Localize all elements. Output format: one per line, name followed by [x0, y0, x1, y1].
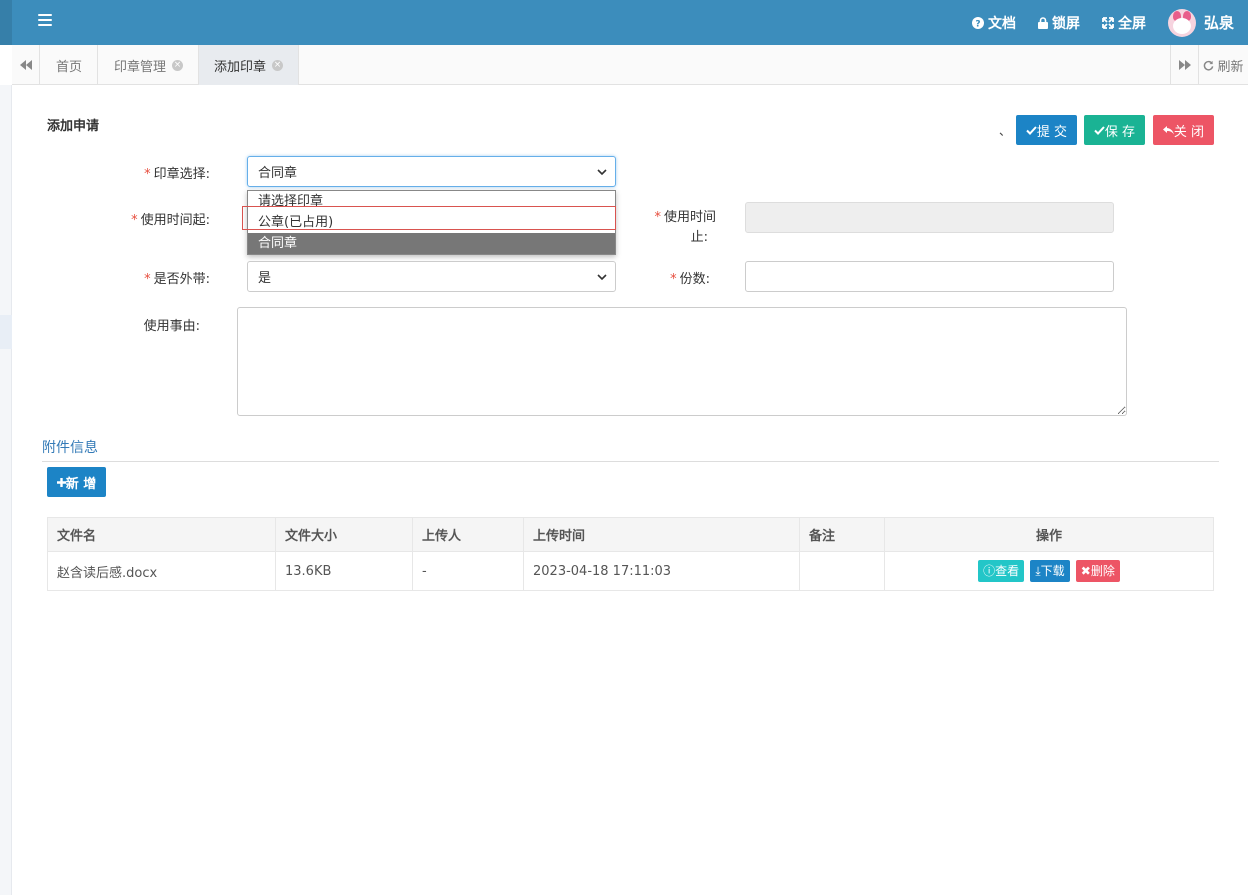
attachments-table: 文件名 文件大小 上传人 上传时间 备注 操作 赵含读后感.docx 13.6K… — [47, 517, 1214, 591]
info-icon: ⓘ — [983, 564, 996, 578]
backward-icon — [19, 60, 32, 70]
close-button[interactable]: 关 闭 — [1153, 115, 1214, 145]
start-time-label: * 使用时间起: — [131, 213, 210, 228]
end-time-label: * 使用时间 止: — [654, 210, 716, 245]
sidebar-edge — [0, 0, 12, 45]
seal-option-selected[interactable]: 合同章 — [248, 233, 615, 254]
lock-icon — [1037, 16, 1048, 29]
close-icon: ✖ — [1080, 564, 1091, 578]
refresh-label: 刷新 — [1217, 59, 1244, 75]
tab-label: 首页 — [56, 59, 83, 75]
add-label: 新 增 — [65, 476, 97, 492]
submit-button[interactable]: 提 交 — [1016, 115, 1077, 145]
refresh-icon — [1204, 60, 1214, 70]
tab-home[interactable]: 首页 — [41, 45, 99, 85]
uploader-cell: - — [412, 551, 524, 591]
column-header: 上传人 — [412, 517, 524, 552]
reason-textarea[interactable] — [237, 307, 1127, 416]
tab-label: 添加印章 — [214, 59, 267, 75]
expand-icon — [1102, 16, 1114, 29]
close-tab-icon[interactable]: × — [172, 59, 184, 71]
attachments-title: 附件信息 — [42, 440, 98, 456]
top-navbar: ? 文档 锁屏 全屏 弘泉 — [0, 0, 1248, 45]
tab-add-seal[interactable]: 添加印章 × — [199, 45, 299, 85]
copies-input[interactable] — [745, 261, 1114, 292]
table-row: 赵含读后感.docx 13.6KB - 2023-04-18 17:11:03 … — [47, 551, 1214, 591]
submit-label: 提 交 — [1036, 124, 1068, 140]
form-title: 添加申请 — [47, 119, 100, 134]
save-label: 保 存 — [1104, 124, 1136, 140]
view-button[interactable]: ⓘ查看 — [978, 560, 1025, 582]
seal-select[interactable]: 合同章 — [247, 156, 616, 187]
close-tab-icon[interactable]: × — [272, 59, 283, 71]
tab-bar: 首页 印章管理 × 添加印章 × 刷新 — [12, 45, 1248, 85]
column-header: 上传时间 — [523, 517, 800, 552]
end-time-input[interactable] — [745, 202, 1114, 233]
user-menu[interactable]: 弘泉 — [1167, 8, 1234, 37]
check-icon — [1026, 125, 1037, 135]
delete-button[interactable]: ✖删除 — [1075, 560, 1120, 582]
column-header: 文件大小 — [275, 517, 413, 552]
question-circle-icon: ? — [971, 16, 984, 29]
refresh-button[interactable]: 刷新 — [1198, 45, 1248, 85]
check-icon — [1094, 125, 1105, 135]
avatar — [1167, 8, 1196, 37]
chevron-down-icon — [597, 169, 607, 176]
close-label: 关 闭 — [1173, 124, 1205, 140]
seal-label: * 印章选择: — [144, 167, 210, 182]
plus-icon — [56, 477, 66, 487]
lock-screen-link[interactable]: 锁屏 — [1037, 13, 1080, 33]
divider — [42, 461, 1219, 462]
actions-cell: ⓘ查看 ⤓下载 ✖删除 — [884, 551, 1214, 591]
column-header: 文件名 — [47, 517, 276, 552]
tab-label: 印章管理 — [114, 59, 167, 75]
add-attachment-button[interactable]: 新 增 — [47, 467, 106, 497]
chevron-down-icon — [597, 274, 607, 281]
tabs-back-button[interactable] — [12, 45, 40, 85]
upload-time-cell: 2023-04-18 17:11:03 — [523, 551, 800, 591]
docs-label: 文档 — [987, 15, 1016, 32]
table-header-row: 文件名 文件大小 上传人 上传时间 备注 操作 — [47, 517, 1214, 552]
highlight-box — [242, 206, 616, 230]
fullscreen-link[interactable]: 全屏 — [1102, 13, 1146, 33]
seal-select-value: 合同章 — [258, 166, 298, 181]
top-nav-links: ? 文档 锁屏 全屏 弘泉 — [971, 0, 1248, 45]
external-select[interactable]: 是 — [247, 261, 616, 292]
user-name: 弘泉 — [1203, 14, 1234, 32]
reason-label: 使用事由: — [143, 319, 200, 334]
note-cell — [799, 551, 885, 591]
download-button[interactable]: ⤓下载 — [1030, 560, 1070, 582]
tab-seal-management[interactable]: 印章管理 × — [99, 45, 200, 85]
svg-text:?: ? — [975, 19, 980, 29]
copies-label: * 份数: — [670, 272, 710, 287]
save-button[interactable]: 保 存 — [1084, 115, 1145, 145]
column-header: 备注 — [799, 517, 885, 552]
fullscreen-label: 全屏 — [1117, 15, 1146, 32]
forward-icon — [1178, 60, 1191, 70]
reply-icon — [1162, 125, 1174, 134]
file-size-cell: 13.6KB — [275, 551, 413, 591]
tabs-forward-button[interactable] — [1170, 45, 1198, 85]
external-select-value: 是 — [258, 271, 272, 286]
lock-label: 锁屏 — [1051, 15, 1080, 32]
column-header: 操作 — [884, 517, 1214, 552]
stray-mark: 、 — [999, 124, 1012, 138]
docs-link[interactable]: ? 文档 — [971, 13, 1016, 33]
file-name-cell: 赵含读后感.docx — [47, 551, 276, 591]
external-label: * 是否外带: — [144, 272, 210, 287]
menu-toggle-icon[interactable] — [38, 14, 52, 28]
sidebar-collapsed — [0, 85, 12, 895]
